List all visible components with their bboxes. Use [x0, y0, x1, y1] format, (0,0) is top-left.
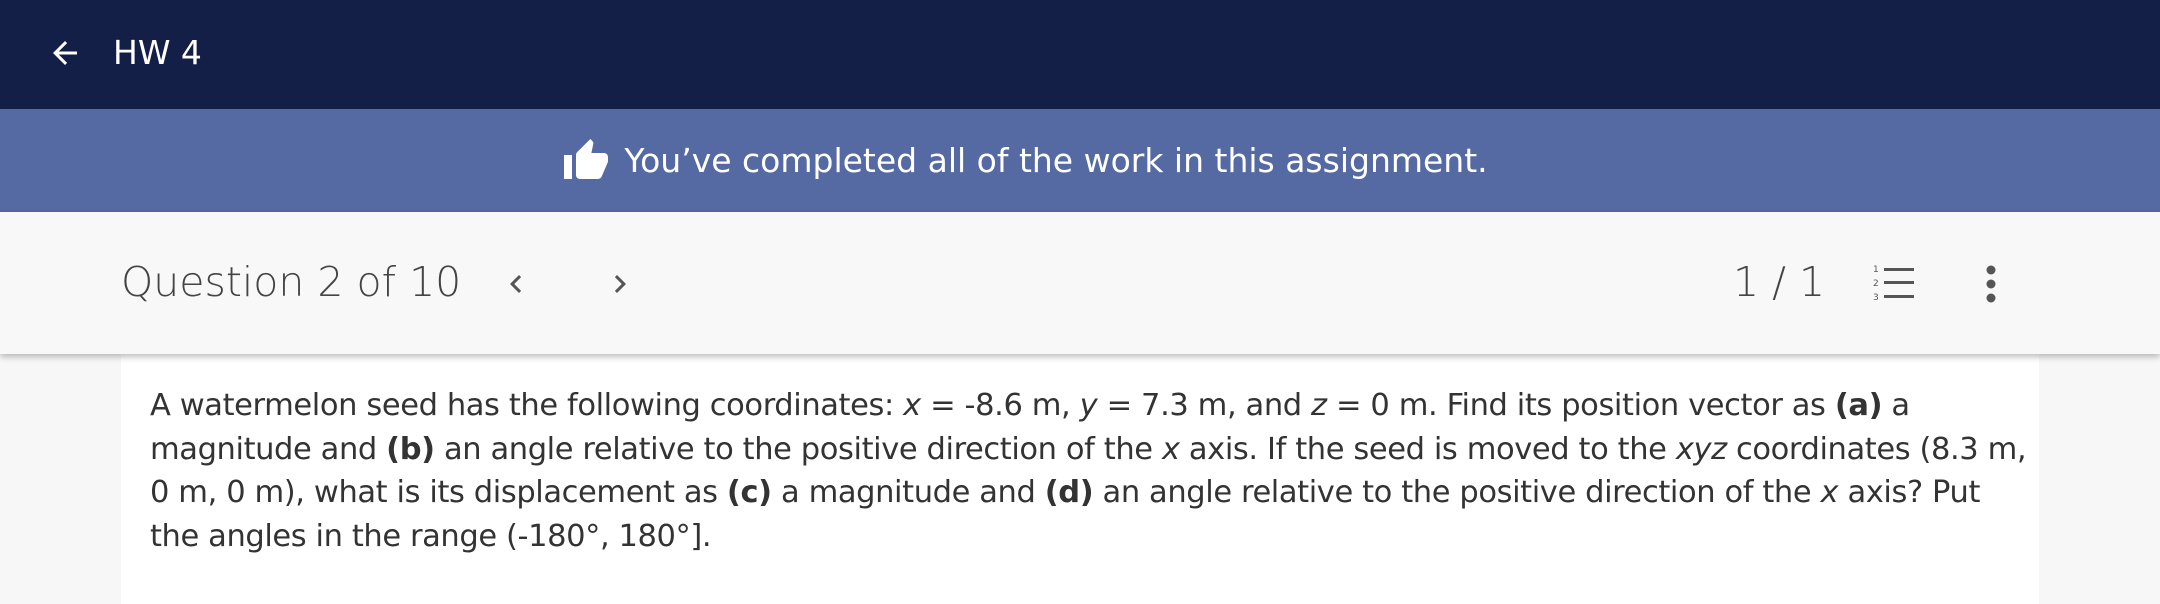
question-prompt: A watermelon seed has the following coor… [150, 384, 2030, 558]
question-text-segment: (d) [1044, 475, 1094, 510]
question-text-segment: = 7.3 m, and [1097, 388, 1312, 423]
question-text-segment: = 0 m. Find its position vector as [1326, 388, 1835, 423]
question-text-segment: x [903, 388, 921, 423]
completion-message: You’ve completed all of the work in this… [624, 141, 1488, 180]
assignment-title: HW 4 [113, 33, 202, 72]
arrow-left-icon [53, 41, 77, 65]
question-text-segment: axis. If the seed is moved to the [1179, 431, 1676, 467]
question-text-segment: (a) [1834, 388, 1883, 423]
numbered-list-icon: 1 2 3 [1873, 265, 1914, 303]
svg-text:1: 1 [1873, 265, 1879, 275]
more-vertical-icon [1986, 265, 1996, 303]
previous-question-button[interactable] [494, 262, 538, 306]
question-text-segment: an angle relative to the positive direct… [1093, 475, 1821, 510]
question-text-segment: = -8.6 m, [920, 388, 1080, 423]
thumbs-up-icon [564, 138, 609, 179]
question-navigation-bar: Question 2 of 10 1 / 1 1 2 3 [0, 212, 2160, 354]
svg-text:3: 3 [1873, 293, 1879, 303]
svg-text:2: 2 [1873, 279, 1879, 289]
part-counter: 1 / 1 [1733, 258, 1826, 306]
more-options-button[interactable] [1976, 262, 2006, 306]
chevron-right-icon [614, 275, 626, 293]
question-text-segment: z [1311, 388, 1327, 423]
question-text-segment: a magnitude and [771, 475, 1045, 510]
question-text-segment: (b) [386, 431, 435, 467]
question-text-segment: (c) [726, 475, 772, 510]
next-question-button[interactable] [598, 262, 642, 306]
question-text-segment: x [1161, 431, 1180, 467]
question-text-segment: an angle relative to the positive direct… [434, 431, 1162, 467]
top-app-bar: HW 4 [0, 0, 2160, 109]
chevron-left-icon [510, 275, 522, 293]
back-button[interactable] [44, 32, 86, 74]
question-counter: Question 2 of 10 [121, 258, 462, 306]
question-text-segment: x [1820, 475, 1839, 510]
completion-banner: You’ve completed all of the work in this… [0, 109, 2160, 212]
question-list-button[interactable]: 1 2 3 [1872, 263, 1916, 303]
question-text-segment: y [1079, 388, 1098, 423]
question-text-segment: A watermelon seed has the following coor… [150, 388, 904, 423]
question-content-card: A watermelon seed has the following coor… [121, 354, 2039, 604]
question-text-segment: xyz [1675, 431, 1727, 467]
